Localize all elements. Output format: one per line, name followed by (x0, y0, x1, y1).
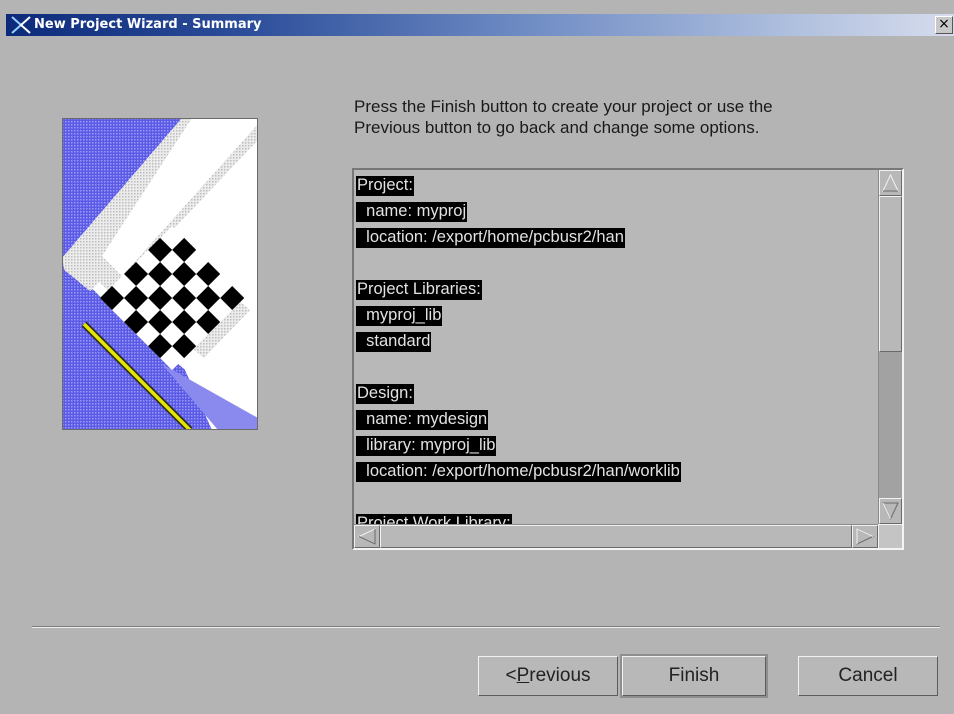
summary-line: library: myproj_lib (356, 432, 876, 458)
title-bar[interactable]: New Project Wizard - Summary × (6, 14, 954, 36)
previous-label: revious (529, 665, 591, 686)
summary-line-indent (357, 306, 366, 324)
arrow-up-icon (882, 173, 899, 192)
scroll-up-button[interactable] (879, 170, 902, 196)
summary-line-indent (357, 228, 366, 246)
wizard-window: New Project Wizard - Summary × Press the… (0, 0, 954, 714)
summary-line: standard (356, 328, 876, 354)
summary-content[interactable]: Project: name: myproj location: /export/… (356, 172, 876, 524)
summary-line-value: Design: (357, 384, 413, 402)
summary-line-text: location: /export/home/pcbusr2/han/workl… (356, 462, 681, 482)
summary-line-text: Project: (356, 176, 414, 196)
summary-line-value: standard (366, 332, 431, 350)
summary-line-value: myproj_lib (366, 306, 442, 324)
summary-line: Project: (356, 172, 876, 198)
summary-line-value: location: /export/home/pcbusr2/han (366, 228, 624, 246)
summary-line-value: Project: (357, 176, 413, 194)
summary-line-indent (357, 436, 366, 454)
summary-line: location: /export/home/pcbusr2/han (356, 224, 876, 250)
cancel-button[interactable]: Cancel (798, 656, 938, 696)
scroll-right-button[interactable] (852, 525, 878, 548)
cancel-label: Cancel (838, 665, 898, 686)
summary-line-text: myproj_lib (356, 306, 443, 326)
summary-line: myproj_lib (356, 302, 876, 328)
summary-line: Project Libraries: (356, 276, 876, 302)
previous-mnemonic: P (516, 665, 530, 686)
summary-line (356, 250, 876, 276)
scrollbar-corner (878, 524, 902, 548)
scroll-left-button[interactable] (354, 525, 380, 548)
separator-line (32, 626, 940, 628)
finish-button[interactable]: Finish (622, 656, 766, 696)
scroll-down-button[interactable] (879, 498, 902, 524)
x-logo-icon (11, 16, 31, 34)
summary-line-text: standard (356, 332, 432, 352)
window-title: New Project Wizard - Summary (34, 17, 262, 32)
instructions-line-2: Previous button to go back and change so… (354, 118, 760, 137)
arrow-left-icon (357, 528, 376, 545)
summary-line-text: name: mydesign (356, 410, 489, 430)
summary-line-value: location: /export/home/pcbusr2/han/workl… (366, 462, 680, 480)
arrow-down-icon (882, 502, 899, 521)
summary-line-indent (357, 462, 366, 480)
arrow-right-icon (856, 528, 875, 545)
summary-line-value: library: myproj_lib (366, 436, 496, 454)
horizontal-scrollbar[interactable] (354, 524, 878, 548)
summary-line-value: Project Work Library: (357, 514, 511, 524)
summary-text-area[interactable]: Project: name: myproj location: /export/… (352, 168, 904, 550)
horizontal-scroll-thumb[interactable] (380, 525, 852, 548)
vertical-scrollbar[interactable] (878, 170, 902, 524)
summary-line-text: location: /export/home/pcbusr2/han (356, 228, 625, 248)
wizard-illustration (62, 118, 258, 430)
close-icon: × (938, 16, 950, 32)
summary-line-value: name: myproj (366, 202, 467, 220)
vertical-scroll-thumb[interactable] (879, 196, 902, 352)
summary-line: Design: (356, 380, 876, 406)
summary-line: Project Work Library: (356, 510, 876, 524)
previous-prefix: < (505, 665, 517, 686)
summary-line (356, 484, 876, 510)
summary-line-indent (357, 410, 366, 428)
summary-line: location: /export/home/pcbusr2/han/workl… (356, 458, 876, 484)
summary-line-text: Design: (356, 384, 414, 404)
instructions-text: Press the Finish button to create your p… (354, 96, 894, 138)
summary-line-text: name: myproj (356, 202, 468, 222)
summary-line: name: mydesign (356, 406, 876, 432)
summary-line-indent (357, 202, 366, 220)
summary-line: name: myproj (356, 198, 876, 224)
previous-button[interactable]: < Previous (478, 656, 618, 696)
close-button[interactable]: × (935, 16, 953, 34)
summary-line-text: library: myproj_lib (356, 436, 497, 456)
summary-line-text: Project Work Library: (356, 514, 512, 524)
finish-label: Finish (668, 665, 720, 686)
summary-line-text: Project Libraries: (356, 280, 482, 300)
summary-line-value: Project Libraries: (357, 280, 481, 298)
summary-line (356, 354, 876, 380)
summary-line-indent (357, 332, 366, 350)
instructions-line-1: Press the Finish button to create your p… (354, 97, 773, 116)
summary-line-value: name: mydesign (366, 410, 488, 428)
